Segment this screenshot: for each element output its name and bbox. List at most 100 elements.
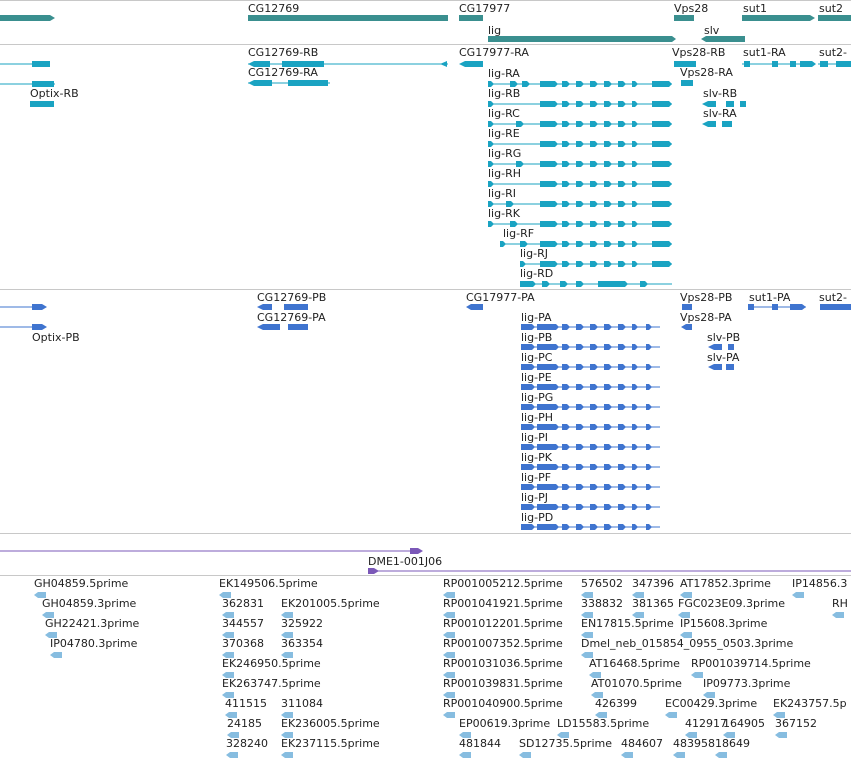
- est-label[interactable]: RP001005212.5prime: [443, 577, 563, 590]
- est-label[interactable]: EN17815.5prime: [581, 617, 674, 630]
- transcript-label[interactable]: lig-RJ: [520, 247, 548, 260]
- protein-label[interactable]: lig-PA: [521, 311, 552, 324]
- transcript-label[interactable]: CG12769-RB: [248, 46, 318, 59]
- est-label[interactable]: GH04859.3prime: [42, 597, 136, 610]
- est-label[interactable]: AT17852.3prime: [680, 577, 771, 590]
- gene-label[interactable]: slv: [704, 24, 719, 37]
- est-label[interactable]: 362831: [222, 597, 264, 610]
- est-label[interactable]: IP09773.3prime: [703, 677, 790, 690]
- transcript-label[interactable]: lig-RK: [488, 207, 520, 220]
- est-label[interactable]: 344557: [222, 617, 264, 630]
- est-label[interactable]: 311084: [281, 697, 323, 710]
- est-label[interactable]: RP001040900.5prime: [443, 697, 563, 710]
- est-label[interactable]: RP001039714.5prime: [691, 657, 811, 670]
- est-label[interactable]: SD12735.5prime: [519, 737, 612, 750]
- protein-label[interactable]: CG17977-PA: [466, 291, 535, 304]
- est-label[interactable]: RP001031036.5prime: [443, 657, 563, 670]
- gene-label[interactable]: CG12769: [248, 2, 299, 15]
- est-label[interactable]: EP00619.3prime: [459, 717, 550, 730]
- transcript-label[interactable]: slv-RA: [703, 107, 737, 120]
- protein-label[interactable]: lig-PG: [521, 391, 553, 404]
- transcript-label[interactable]: lig-RF: [503, 227, 534, 240]
- transcript-label[interactable]: Vps28-RA: [680, 66, 733, 79]
- est-label[interactable]: Dmel_neb_015854_0955_0503.3prime: [581, 637, 793, 650]
- transcript-label[interactable]: lig-RB: [488, 87, 520, 100]
- est-label[interactable]: GH04859.5prime: [34, 577, 128, 590]
- est-label[interactable]: RH: [832, 597, 848, 610]
- est-label[interactable]: 370368: [222, 637, 264, 650]
- est-label[interactable]: 412917: [685, 717, 727, 730]
- est-label[interactable]: 347396: [632, 577, 674, 590]
- transcript-label[interactable]: lig-RC: [488, 107, 520, 120]
- protein-label[interactable]: CG12769-PA: [257, 311, 326, 324]
- protein-label[interactable]: lig-PB: [521, 331, 552, 344]
- protein-label[interactable]: lig-PC: [521, 351, 552, 364]
- est-label[interactable]: GH22421.3prime: [45, 617, 139, 630]
- protein-label[interactable]: lig-PH: [521, 411, 553, 424]
- est-label[interactable]: 18649: [715, 737, 750, 750]
- protein-label[interactable]: sut1-PA: [749, 291, 790, 304]
- est-label[interactable]: AT16468.5prime: [589, 657, 680, 670]
- est-label[interactable]: EK263747.5prime: [222, 677, 321, 690]
- est-label[interactable]: EK201005.5prime: [281, 597, 380, 610]
- est-label[interactable]: IP15608.3prime: [680, 617, 767, 630]
- est-label[interactable]: 24185: [227, 717, 262, 730]
- est-label[interactable]: 481844: [459, 737, 501, 750]
- est-label[interactable]: EK149506.5prime: [219, 577, 318, 590]
- est-label[interactable]: 363354: [281, 637, 323, 650]
- protein-label[interactable]: lig-PK: [521, 451, 552, 464]
- protein-label[interactable]: lig-PF: [521, 471, 551, 484]
- protein-label[interactable]: slv-PB: [707, 331, 740, 344]
- est-label[interactable]: EC00429.3prime: [665, 697, 757, 710]
- gene-label[interactable]: sut2: [819, 2, 843, 15]
- transcript-label[interactable]: lig-RE: [488, 127, 520, 140]
- protein-label[interactable]: Vps28-PB: [680, 291, 732, 304]
- protein-label[interactable]: lig-PD: [521, 511, 553, 524]
- transcript-label[interactable]: Optix-RB: [30, 87, 79, 100]
- est-label[interactable]: 576502: [581, 577, 623, 590]
- est-label[interactable]: IP14856.3: [792, 577, 847, 590]
- est-label[interactable]: AT01070.5prime: [591, 677, 682, 690]
- est-label[interactable]: 367152: [775, 717, 817, 730]
- est-label[interactable]: 328240: [226, 737, 268, 750]
- est-label[interactable]: RP001007352.5prime: [443, 637, 563, 650]
- est-label[interactable]: 325922: [281, 617, 323, 630]
- est-label[interactable]: IP04780.3prime: [50, 637, 137, 650]
- est-label[interactable]: EK243757.5p: [773, 697, 847, 710]
- protein-label[interactable]: Optix-PB: [32, 331, 80, 344]
- transcript-label[interactable]: sut1-RA: [743, 46, 786, 59]
- clone-label[interactable]: DME1-001J06: [368, 555, 442, 568]
- gene-label[interactable]: Vps28: [674, 2, 708, 15]
- protein-label[interactable]: sut2-: [819, 291, 847, 304]
- transcript-label[interactable]: CG12769-RA: [248, 66, 318, 79]
- transcript-label[interactable]: lig-RI: [488, 187, 516, 200]
- transcript-label[interactable]: CG17977-RA: [459, 46, 529, 59]
- est-label[interactable]: RP001012201.5prime: [443, 617, 563, 630]
- protein-label[interactable]: CG12769-PB: [257, 291, 326, 304]
- transcript-label[interactable]: Vps28-RB: [672, 46, 725, 59]
- gene-label[interactable]: CG17977: [459, 2, 510, 15]
- transcript-label[interactable]: sut2-: [819, 46, 847, 59]
- est-label[interactable]: 338832: [581, 597, 623, 610]
- est-label[interactable]: RP001041921.5prime: [443, 597, 563, 610]
- est-label[interactable]: 381365: [632, 597, 674, 610]
- transcript-label[interactable]: lig-RH: [488, 167, 521, 180]
- protein-label[interactable]: Vps28-PA: [680, 311, 732, 324]
- est-label[interactable]: LD15583.5prime: [557, 717, 649, 730]
- protein-label[interactable]: slv-PA: [707, 351, 739, 364]
- transcript-label[interactable]: lig-RD: [520, 267, 553, 280]
- est-label[interactable]: EK237115.5prime: [281, 737, 380, 750]
- transcript-label[interactable]: lig-RG: [488, 147, 521, 160]
- transcript-label[interactable]: slv-RB: [703, 87, 737, 100]
- transcript-label[interactable]: lig-RA: [488, 67, 520, 80]
- est-label[interactable]: EK246950.5prime: [222, 657, 321, 670]
- est-label[interactable]: 411515: [225, 697, 267, 710]
- gene-label[interactable]: sut1: [743, 2, 767, 15]
- protein-label[interactable]: lig-PE: [521, 371, 552, 384]
- gene-label[interactable]: lig: [488, 24, 501, 37]
- est-label[interactable]: EK236005.5prime: [281, 717, 380, 730]
- est-label[interactable]: 164905: [723, 717, 765, 730]
- est-label[interactable]: 426399: [595, 697, 637, 710]
- protein-label[interactable]: lig-PJ: [521, 491, 548, 504]
- est-label[interactable]: 484607: [621, 737, 663, 750]
